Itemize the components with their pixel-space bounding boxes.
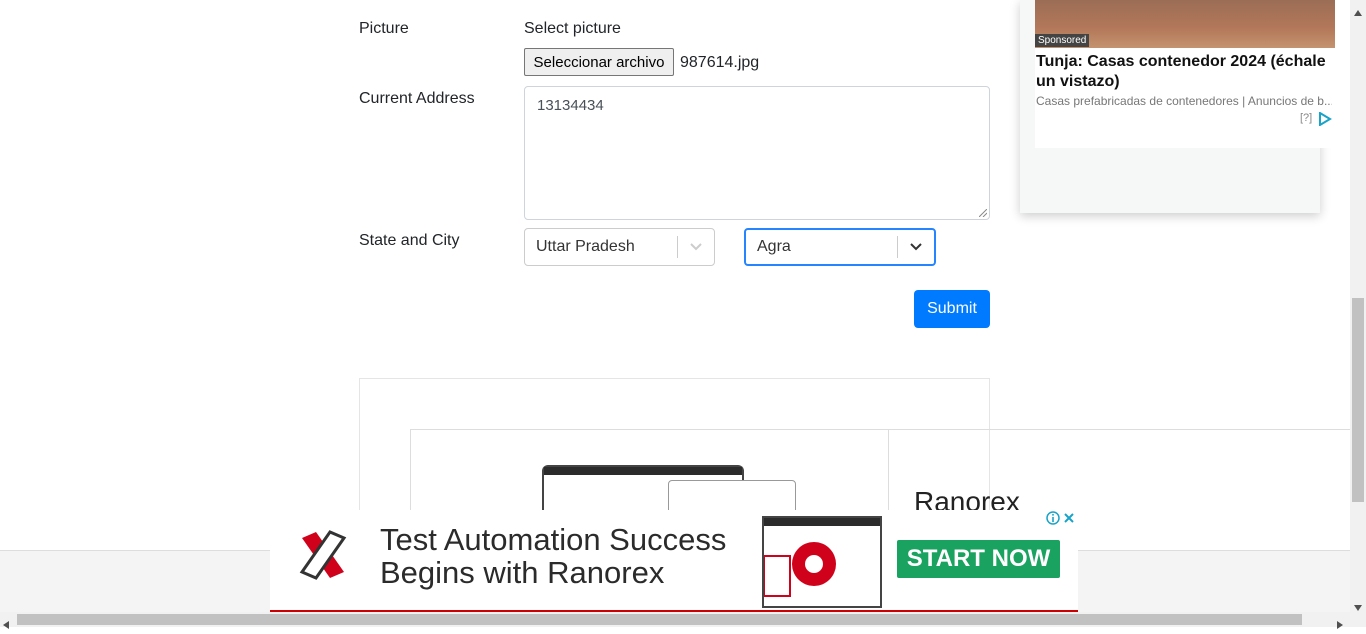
city-select[interactable]: Agra (744, 228, 936, 266)
bottom-banner-ad[interactable]: Test Automation Success Begins with Rano… (270, 510, 1078, 613)
file-name: 987614.jpg (680, 54, 760, 71)
side-ad-source[interactable]: Casas prefabricadas de contenedores | An… (1036, 94, 1332, 108)
vertical-scrollbar[interactable] (1350, 0, 1366, 612)
submit-button[interactable]: Submit (914, 290, 990, 328)
city-select-value: Agra (757, 238, 791, 255)
ranorex-logo-icon (299, 530, 347, 580)
scroll-left-arrow-icon[interactable] (3, 616, 9, 634)
scroll-right-arrow-icon[interactable] (1337, 616, 1343, 634)
ad-help-link[interactable]: [?] (1300, 112, 1312, 124)
start-now-button[interactable]: START NOW (897, 540, 1060, 578)
vertical-scroll-thumb[interactable] (1352, 298, 1364, 502)
chevron-down-icon[interactable] (678, 242, 714, 252)
picture-label: Picture (359, 20, 409, 37)
select-picture-label: Select picture (524, 20, 621, 37)
banner-headline-2: Begins with Ranorex (380, 555, 665, 590)
close-icon[interactable] (1062, 511, 1076, 525)
horizontal-scrollbar[interactable] (0, 612, 1366, 629)
inline-ad-divider (888, 429, 889, 519)
current-address-value: 13134434 (537, 97, 604, 114)
adchoices-icon[interactable] (1318, 111, 1332, 131)
chevron-down-icon[interactable] (898, 242, 934, 252)
banner-graphic (762, 516, 882, 608)
banner-headline-1: Test Automation Success (380, 522, 727, 557)
ad-close-controls[interactable] (1046, 511, 1078, 527)
side-ad-title[interactable]: Tunja: Casas contenedor 2024 (échale un … (1036, 52, 1332, 92)
current-address-label: Current Address (359, 90, 475, 107)
file-select-button[interactable]: Seleccionar archivo (524, 48, 674, 76)
resize-handle-icon[interactable] (979, 209, 987, 217)
state-select[interactable]: Uttar Pradesh (524, 228, 715, 266)
sponsored-badge: Sponsored (1035, 34, 1090, 47)
info-icon[interactable] (1046, 511, 1060, 525)
horizontal-scroll-thumb[interactable] (17, 614, 1302, 625)
state-select-value: Uttar Pradesh (536, 238, 635, 255)
scroll-up-arrow-icon[interactable] (1354, 3, 1362, 21)
current-address-textarea[interactable]: 13134434 (524, 86, 990, 220)
state-city-label: State and City (359, 232, 460, 249)
